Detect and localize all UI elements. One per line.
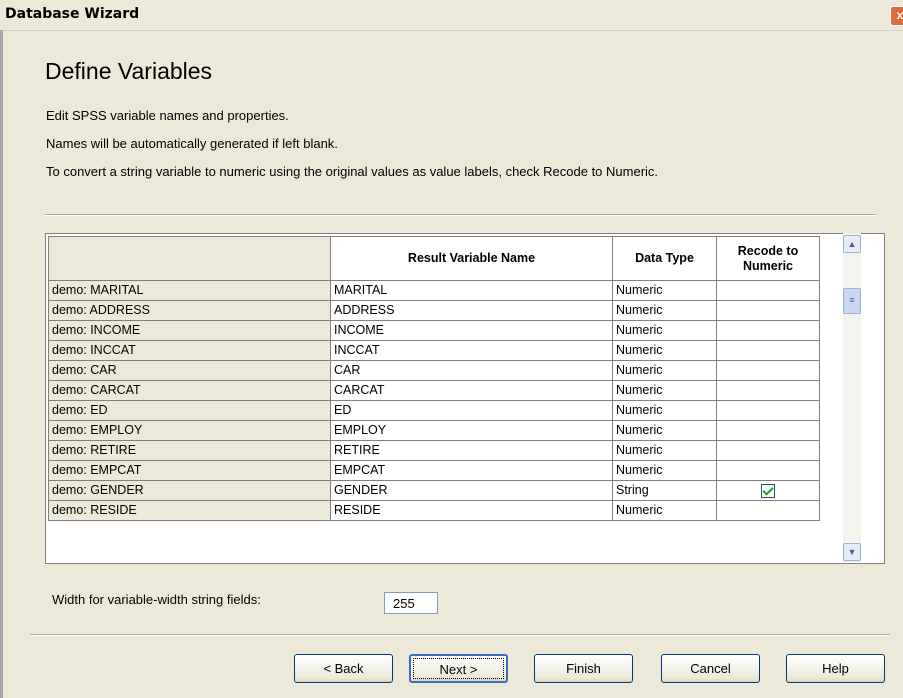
cancel-button[interactable]: Cancel [661,654,760,683]
row-source-cell: demo: RETIRE [48,440,331,461]
data-type-cell[interactable]: Numeric [612,380,717,401]
string-width-label: Width for variable-width string fields: [52,592,261,607]
recode-cell[interactable] [716,500,820,521]
result-name-cell[interactable]: ED [330,400,613,421]
help-button[interactable]: Help [786,654,885,683]
description-line-1: Edit SPSS variable names and properties. [46,108,289,123]
table-row[interactable]: demo: INCCAT INCCAT Numeric [48,340,820,361]
data-type-cell[interactable]: Numeric [612,320,717,341]
result-name-cell[interactable]: RESIDE [330,500,613,521]
footer-separator [30,634,890,636]
result-name-cell[interactable]: GENDER [330,480,613,501]
row-source-cell: demo: ED [48,400,331,421]
table-row[interactable]: demo: RESIDE RESIDE Numeric [48,500,820,521]
variables-table: Result Variable Name Data Type Recode to… [48,236,820,521]
finish-button[interactable]: Finish [534,654,633,683]
row-source-cell: demo: INCCAT [48,340,331,361]
table-row[interactable]: demo: EMPLOY EMPLOY Numeric [48,420,820,441]
table-row[interactable]: demo: INCOME INCOME Numeric [48,320,820,341]
column-header-result-name[interactable]: Result Variable Name [330,236,613,281]
table-row[interactable]: demo: CARCAT CARCAT Numeric [48,380,820,401]
back-button[interactable]: < Back [294,654,393,683]
row-source-cell: demo: EMPLOY [48,420,331,441]
row-source-cell: demo: GENDER [48,480,331,501]
variables-grid: Result Variable Name Data Type Recode to… [45,233,885,564]
data-type-cell[interactable]: Numeric [612,300,717,321]
data-type-cell[interactable]: Numeric [612,280,717,301]
string-width-input[interactable] [384,592,438,614]
window-title: Database Wizard [5,6,140,22]
scroll-thumb[interactable]: ≡ [843,288,861,314]
result-name-cell[interactable]: EMPLOY [330,420,613,441]
recode-cell[interactable] [716,300,820,321]
column-header-recode[interactable]: Recode to Numeric [716,236,820,281]
recode-checkbox[interactable] [761,483,775,498]
result-name-cell[interactable]: CAR [330,360,613,381]
next-button[interactable]: Next > [409,654,508,683]
grid-header-row: Result Variable Name Data Type Recode to… [48,236,820,281]
recode-cell[interactable] [716,280,820,301]
data-type-cell[interactable]: Numeric [612,420,717,441]
table-row[interactable]: demo: GENDER GENDER String [48,480,820,501]
close-icon: x [896,8,903,22]
recode-cell[interactable] [716,320,820,341]
recode-cell[interactable] [716,340,820,361]
table-row[interactable]: demo: MARITAL MARITAL Numeric [48,280,820,301]
recode-cell[interactable] [716,400,820,421]
grip-icon: ≡ [849,295,855,305]
data-type-cell[interactable]: Numeric [612,460,717,481]
row-source-cell: demo: INCOME [48,320,331,341]
result-name-cell[interactable]: MARITAL [330,280,613,301]
result-name-cell[interactable]: EMPCAT [330,460,613,481]
close-button[interactable]: x [890,6,903,26]
data-type-cell[interactable]: String [612,480,717,501]
description-line-2: Names will be automatically generated if… [46,136,338,151]
row-source-cell: demo: EMPCAT [48,460,331,481]
row-source-cell: demo: MARITAL [48,280,331,301]
page-title: Define Variables [45,58,213,84]
recode-cell[interactable] [716,420,820,441]
table-row[interactable]: demo: ED ED Numeric [48,400,820,421]
grid-corner-header [48,236,331,281]
row-source-cell: demo: RESIDE [48,500,331,521]
row-source-cell: demo: CARCAT [48,380,331,401]
column-header-data-type[interactable]: Data Type [612,236,717,281]
chevron-up-icon: ▲ [847,239,857,249]
table-row[interactable]: demo: RETIRE RETIRE Numeric [48,440,820,461]
table-row[interactable]: demo: CAR CAR Numeric [48,360,820,381]
grid-vertical-scrollbar[interactable]: ▲ ≡ ▼ [843,233,861,562]
recode-cell[interactable] [716,460,820,481]
data-type-cell[interactable]: Numeric [612,360,717,381]
result-name-cell[interactable]: CARCAT [330,380,613,401]
window-left-border [0,30,3,698]
row-source-cell: demo: ADDRESS [48,300,331,321]
result-name-cell[interactable]: ADDRESS [330,300,613,321]
data-type-cell[interactable]: Numeric [612,340,717,361]
recode-cell[interactable] [716,380,820,401]
recode-cell[interactable] [716,440,820,461]
scroll-down-button[interactable]: ▼ [843,543,861,561]
scroll-up-button[interactable]: ▲ [843,235,861,253]
recode-cell[interactable] [716,480,820,501]
row-source-cell: demo: CAR [48,360,331,381]
result-name-cell[interactable]: RETIRE [330,440,613,461]
result-name-cell[interactable]: INCCAT [330,340,613,361]
grid-body: demo: MARITAL MARITAL Numeric demo: ADDRESS… [48,280,820,521]
data-type-cell[interactable]: Numeric [612,400,717,421]
title-bar: Database Wizard x [0,0,903,31]
chevron-down-icon: ▼ [847,547,857,557]
result-name-cell[interactable]: INCOME [330,320,613,341]
description-line-3: To convert a string variable to numeric … [46,164,659,179]
separator [45,214,876,216]
data-type-cell[interactable]: Numeric [612,500,717,521]
recode-cell[interactable] [716,360,820,381]
data-type-cell[interactable]: Numeric [612,440,717,461]
table-row[interactable]: demo: ADDRESS ADDRESS Numeric [48,300,820,321]
table-row[interactable]: demo: EMPCAT EMPCAT Numeric [48,460,820,481]
